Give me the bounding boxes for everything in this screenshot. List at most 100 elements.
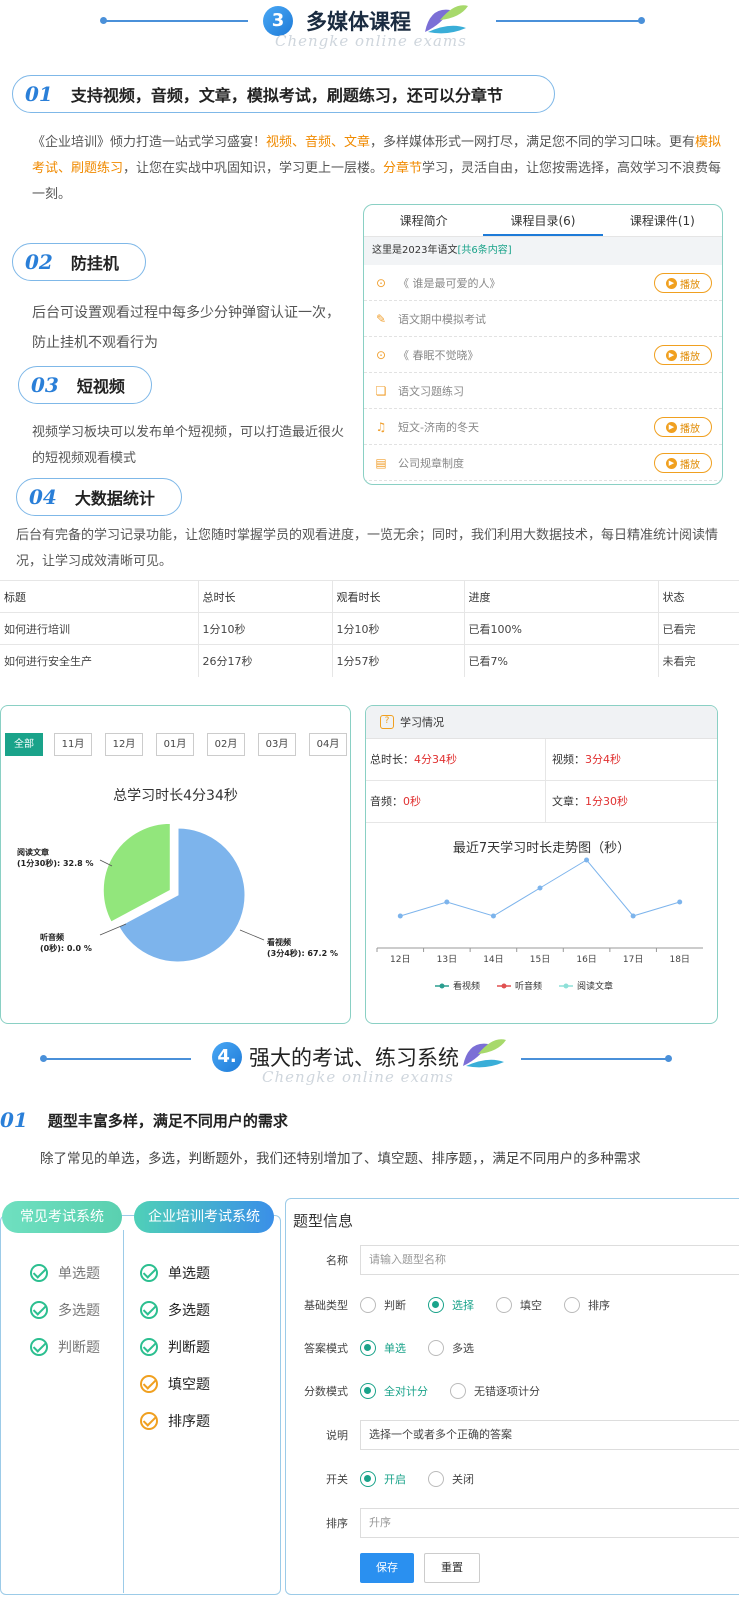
course-item[interactable]: ❏ 语文习题练习 xyxy=(364,373,722,409)
pie-label: (0秒): 0.0 % xyxy=(40,943,92,953)
x-tick-label: 18日 xyxy=(669,954,689,965)
feature-number: 01 xyxy=(0,1108,28,1132)
month-tab[interactable]: 04月 xyxy=(309,733,347,756)
table-cell: 未看完 xyxy=(657,644,739,677)
radio-label: 多选 xyxy=(452,1342,474,1355)
play-button[interactable]: ▶ 播放 xyxy=(654,273,712,293)
course-info: 这里是2023年语文[共6条内容] xyxy=(364,237,722,265)
tab-course-files[interactable]: 课程课件(1) xyxy=(603,205,722,236)
study-panel-header: ? 学习情况 xyxy=(366,706,717,739)
desc-input[interactable]: 选择一个或者多个正确的答案 xyxy=(360,1420,739,1450)
month-tab-all[interactable]: 全部 xyxy=(5,733,43,756)
course-item[interactable]: ▤ 公司规章制度 ▶ 播放 xyxy=(364,445,722,481)
enterprise-item: 判断题 xyxy=(140,1337,210,1357)
x-tick-label: 15日 xyxy=(530,954,550,965)
watermark: Chengke online exams xyxy=(275,32,467,50)
course-item[interactable]: ⊙ 《 春眠不觉晓》 ▶ 播放 xyxy=(364,337,722,373)
header-right-dot xyxy=(638,17,645,24)
common-item: 判断题 xyxy=(30,1337,100,1357)
radio-all-correct[interactable]: 全对计分 xyxy=(360,1383,428,1399)
feature-label: 防挂机 xyxy=(70,254,119,273)
feature-02-pill: 02 防挂机 xyxy=(12,243,146,281)
data-point xyxy=(444,899,450,905)
play-icon: ▶ xyxy=(666,421,677,433)
table-row[interactable]: 如何进行培训 1分10秒 1分10秒 已看100% 已看完 xyxy=(0,612,739,645)
course-item-title: 《 春眠不觉晓》 xyxy=(398,348,479,362)
play-icon: ▶ xyxy=(666,457,677,469)
radio-icon xyxy=(360,1471,376,1487)
month-tab[interactable]: 02月 xyxy=(207,733,245,756)
check-icon xyxy=(140,1412,158,1430)
data-point xyxy=(397,913,403,919)
column-header: 总时长 xyxy=(197,580,332,613)
save-button[interactable]: 保存 xyxy=(360,1553,414,1583)
tab-course-catalog[interactable]: 课程目录(6) xyxy=(483,205,603,236)
month-tab[interactable]: 12月 xyxy=(105,733,143,756)
month-tab[interactable]: 01月 xyxy=(156,733,194,756)
radio-label: 无错逐项计分 xyxy=(474,1385,540,1398)
stat-label: 总时长： xyxy=(370,753,414,766)
radio-icon xyxy=(450,1383,466,1399)
video-duration: 视频：3分4秒 xyxy=(546,739,621,780)
month-tab[interactable]: 03月 xyxy=(258,733,296,756)
tab-course-intro[interactable]: 课程简介 xyxy=(364,205,483,236)
reset-button[interactable]: 重置 xyxy=(424,1553,480,1583)
radio-multi[interactable]: 多选 xyxy=(428,1340,474,1356)
field-label: 基础类型 xyxy=(304,1299,348,1312)
form-row-desc: 说明 选择一个或者多个正确的答案 xyxy=(288,1420,739,1450)
column-divider xyxy=(123,1230,124,1593)
table-cell: 已看完 xyxy=(657,612,739,645)
field-label: 开关 xyxy=(326,1473,348,1486)
legend-label: 听音频 xyxy=(515,980,542,992)
header-left-line xyxy=(103,20,248,22)
radio-single[interactable]: 单选 xyxy=(360,1340,406,1356)
name-input[interactable]: 请输入题型名称 xyxy=(360,1245,739,1275)
radio-sort[interactable]: 排序 xyxy=(564,1297,610,1313)
sort-input[interactable]: 升序 xyxy=(360,1508,739,1538)
radio-judge[interactable]: 判断 xyxy=(360,1297,406,1313)
legend-marker xyxy=(439,983,445,989)
column-header: 状态 xyxy=(657,580,739,613)
play-button[interactable]: ▶ 播放 xyxy=(654,417,712,437)
course-item-title: 公司规章制度 xyxy=(398,456,464,470)
feature-number: 04 xyxy=(29,485,57,509)
radio-fill[interactable]: 填空 xyxy=(496,1297,542,1313)
item-label: 判断题 xyxy=(58,1340,100,1356)
radio-icon xyxy=(496,1297,512,1313)
line-chart: 12日 13日 14日 15日 16日 17日 18日看视频 听音频 阅读文章 xyxy=(376,857,703,992)
play-button[interactable]: ▶ 播放 xyxy=(654,345,712,365)
month-tab[interactable]: 11月 xyxy=(54,733,92,756)
table-row[interactable]: 如何进行安全生产 26分17秒 1分57秒 已看7% 未看完 xyxy=(0,644,739,677)
course-item[interactable]: ♫ 短文-济南的冬天 ▶ 播放 xyxy=(364,409,722,445)
radio-icon xyxy=(360,1297,376,1313)
document-icon: ▤ xyxy=(375,455,387,470)
radio-off[interactable]: 关闭 xyxy=(428,1471,474,1487)
play-button[interactable]: ▶ 播放 xyxy=(654,453,712,473)
course-item[interactable]: ⊙ 《 谁是最可爱的人》 ▶ 播放 xyxy=(364,265,722,301)
check-icon xyxy=(30,1301,48,1319)
radio-on[interactable]: 开启 xyxy=(360,1471,406,1487)
column-header: 观看时长 xyxy=(331,580,464,613)
radio-icon xyxy=(428,1471,444,1487)
play-circle-icon: ⊙ xyxy=(375,275,387,290)
feature-label: 短视频 xyxy=(76,377,125,396)
table-cell: 已看7% xyxy=(463,644,658,677)
form-row-score: 分数模式 全对计分 无错逐项计分 xyxy=(288,1376,562,1406)
study-icon: ? xyxy=(380,715,394,729)
book-icon: ❏ xyxy=(375,383,387,398)
stat-label: 文章： xyxy=(552,795,585,808)
x-tick-label: 13日 xyxy=(437,954,457,965)
radio-label: 开启 xyxy=(384,1473,406,1486)
radio-partial[interactable]: 无错逐项计分 xyxy=(450,1383,540,1399)
data-point xyxy=(537,885,543,891)
check-icon xyxy=(140,1264,158,1282)
feature-number: 02 xyxy=(25,250,53,274)
check-icon xyxy=(140,1338,158,1356)
course-item[interactable]: ✎ 语文期中模拟考试 xyxy=(364,301,722,337)
pie-title: 总学习时长4分34秒 xyxy=(113,788,238,804)
feature-label: 题型丰富多样，满足不同用户的需求 xyxy=(47,1111,288,1130)
table-cell: 1分10秒 xyxy=(331,612,464,645)
check-icon xyxy=(140,1301,158,1319)
x-tick-label: 17日 xyxy=(623,954,643,965)
radio-choice[interactable]: 选择 xyxy=(428,1297,474,1313)
